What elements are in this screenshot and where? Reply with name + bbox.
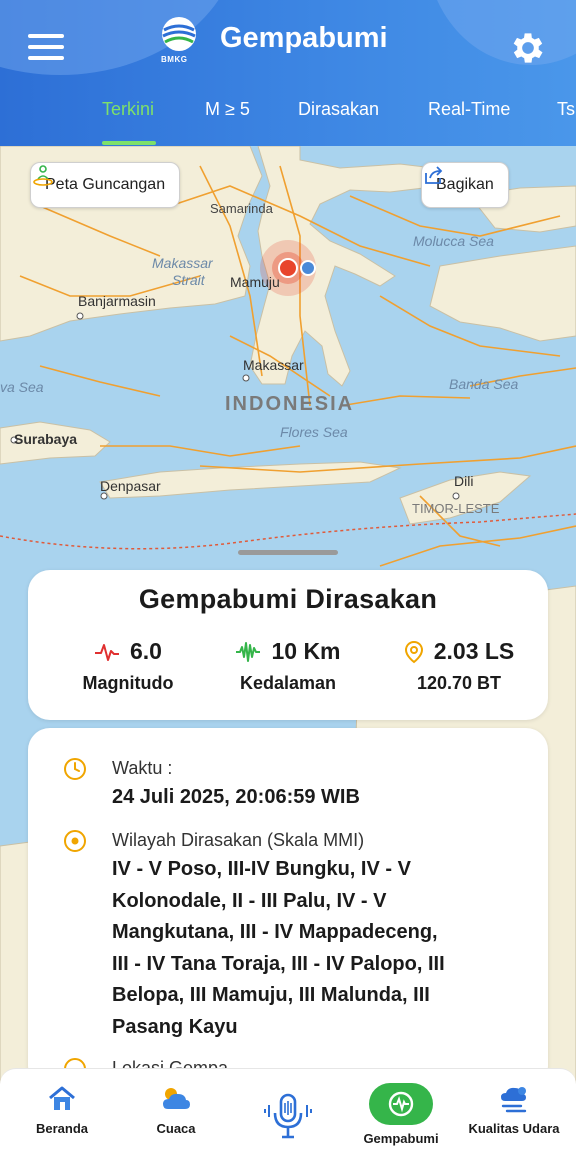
logo-text: BMKG [161, 55, 188, 64]
felt-area-line: Belopa, III Mamuju, III Malunda, III [112, 984, 430, 1006]
earthquake-detail-card: Waktu : 24 Juli 2025, 20:06:59 WIB Wilay… [28, 728, 548, 1088]
seismograph-icon [388, 1091, 414, 1117]
map-label: Dili [454, 473, 473, 489]
map-label: Samarinda [210, 201, 274, 216]
share-button[interactable]: Bagikan [421, 162, 509, 208]
map-label: Surabaya [14, 431, 77, 447]
felt-area-line: Mangkutana, III - IV Mappadeceng, [112, 921, 438, 943]
map-label: Flores Sea [280, 424, 348, 440]
shake-map-label: Peta Guncangan [45, 176, 166, 193]
hamburger-menu-icon[interactable] [28, 34, 64, 62]
active-tab-indicator [102, 141, 156, 145]
depth-value: 10 Km [271, 638, 341, 664]
nav-kualitas-udara[interactable]: Kualitas Udara [462, 1083, 566, 1136]
felt-area-line: IV - V Poso, III-IV Bungku, IV - V [112, 858, 411, 880]
map-label: Mamuju [230, 274, 280, 290]
time-label: Waktu : [112, 758, 173, 778]
bottom-navigation: Beranda Cuaca Gempabumi Kualitas Udara [0, 1068, 576, 1170]
seismic-wave-icon [236, 641, 261, 662]
nav-label: Kualitas Udara [468, 1121, 560, 1136]
tab-dirasakan[interactable]: Dirasakan [298, 99, 379, 120]
depth-stat: 10 Km Kedalaman [218, 638, 358, 694]
time-value: 24 Juli 2025, 20:06:59 WIB [112, 786, 360, 808]
coordinates-stat: 2.03 LS 120.70 BT [384, 638, 534, 694]
latitude-value: 2.03 LS [433, 638, 515, 664]
map-label: Denpasar [100, 478, 161, 494]
weather-icon [163, 1088, 190, 1109]
nav-label: Beranda [35, 1121, 89, 1136]
magnitude-label: Magnitudo [82, 673, 174, 693]
map-label: INDONESIA [225, 393, 354, 415]
card-title: Gempabumi Dirasakan [138, 584, 438, 614]
clock-icon [64, 758, 86, 780]
epicenter-marker[interactable] [278, 258, 298, 278]
longitude-value: 120.70 BT [416, 673, 502, 693]
tab-realtime[interactable]: Real-Time [428, 99, 510, 120]
microphone-icon [264, 1093, 312, 1139]
target-icon [64, 830, 86, 852]
tab-tsunami[interactable]: Ts [557, 99, 575, 120]
map-label: Makassar [152, 255, 214, 271]
tab-m5[interactable]: M ≥ 5 [205, 99, 250, 120]
earthquake-summary-card: Gempabumi Dirasakan 6.0 Magnitudo 10 Km … [28, 570, 548, 720]
nav-voice[interactable] [258, 1091, 318, 1141]
tab-bar: Terkini M ≥ 5 Dirasakan Real-Time Ts [0, 96, 576, 146]
felt-area-line: Pasang Kayu [112, 1015, 238, 1038]
pulse-icon [95, 643, 119, 661]
bottom-sheet-handle[interactable] [238, 550, 338, 555]
felt-area-line: Kolonodale, II - III Palu, IV - V [112, 889, 387, 912]
magnitude-value: 6.0 [130, 638, 162, 664]
map-label: Molucca Sea [413, 233, 494, 249]
gear-icon[interactable] [508, 28, 548, 68]
shake-map-button[interactable]: Peta Guncangan [30, 162, 181, 208]
tab-terkini[interactable]: Terkini [102, 99, 154, 120]
user-location-marker [300, 260, 316, 276]
felt-areas-label: Wilayah Dirasakan (Skala MMI) [112, 830, 365, 850]
map-label: va Sea [0, 379, 44, 395]
map-label: TIMOR-LESTE [412, 501, 500, 516]
share-icon [425, 166, 443, 184]
nav-beranda[interactable]: Beranda [22, 1083, 102, 1136]
map-label: Banda Sea [449, 376, 518, 392]
map-label: Makassar [243, 357, 304, 373]
nav-cuaca[interactable]: Cuaca [136, 1083, 216, 1136]
nav-gempabumi[interactable]: Gempabumi [358, 1083, 444, 1146]
house-icon [49, 1086, 75, 1110]
people-location-icon [33, 165, 53, 186]
air-quality-icon [501, 1087, 527, 1113]
app-header: BMKG Gempabumi Terkini M ≥ 5 Dirasakan R… [0, 0, 576, 146]
felt-areas-value: IV - V Poso, III-IV Bungku, IV - V Kolon… [112, 854, 532, 1043]
depth-label: Kedalaman [239, 673, 337, 693]
map-label: Strait [172, 272, 206, 288]
active-nav-indicator [369, 1083, 433, 1125]
felt-area-line: III - IV Tana Toraja, III - IV Palopo, I… [112, 952, 445, 975]
nav-label: Cuaca [156, 1121, 196, 1136]
location-pin-icon [404, 640, 423, 663]
magnitude-stat: 6.0 Magnitudo [58, 638, 198, 694]
header-decoration [426, 0, 576, 65]
nav-label: Gempabumi [363, 1131, 439, 1146]
app-title: Gempabumi [220, 22, 388, 54]
map-label: Banjarmasin [78, 293, 156, 309]
land-maluku [429, 245, 576, 342]
